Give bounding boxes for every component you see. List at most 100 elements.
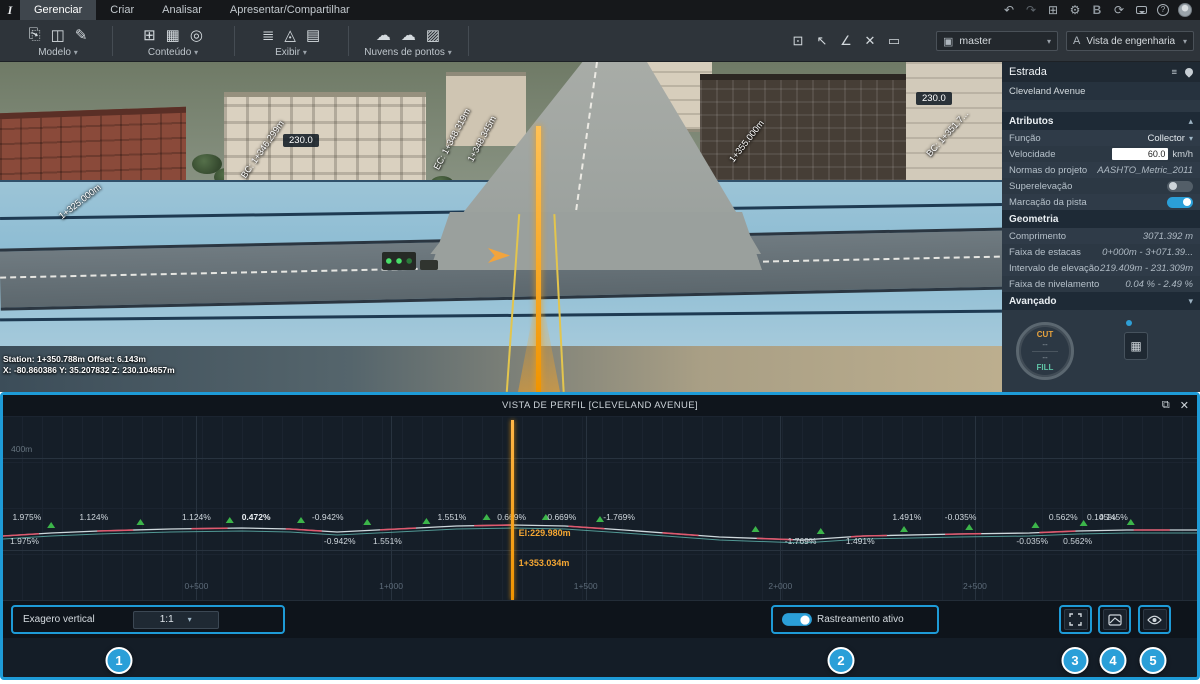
list-icon[interactable]: ▤	[306, 26, 320, 44]
profile-window-group	[1098, 605, 1131, 634]
grade-label: 0.472%	[241, 512, 271, 522]
grade-label: 1.124%	[182, 512, 211, 522]
profile-title: VISTA DE PERFIL [CLEVELAND AVENUE]	[501, 400, 699, 411]
elevation-label: 230.0	[283, 134, 319, 147]
grade-label: -0.942%	[323, 536, 356, 546]
cut-fill-gauge: CUT -- -- FILL	[1016, 322, 1074, 380]
vpi-triangle	[965, 524, 974, 530]
menubar-tab-gerenciar[interactable]: Gerenciar	[20, 0, 97, 20]
window-tool-icon[interactable]: ▭	[884, 33, 904, 49]
visibility-group	[1138, 605, 1171, 634]
vpi-triangle	[422, 518, 431, 524]
grade-label: -0.942%	[311, 512, 344, 522]
ribbon: ⎘ ◫ ✎ Modelo ▾ ⊞ ▦ ◎ Conteúdo ▾ ≣ ◬ ▤ Ex…	[0, 20, 1200, 62]
fit-extents-icon	[1069, 613, 1082, 626]
property-value: 0.04 % - 2.49 %	[1125, 278, 1193, 290]
elevation-label: 230.0	[916, 92, 952, 105]
grid-icon[interactable]: ⊞	[143, 26, 156, 44]
property-label: Normas do projeto	[1009, 164, 1088, 176]
grade-label: -0.035%	[1016, 536, 1049, 546]
globe-icon[interactable]: ◎	[190, 26, 203, 44]
alignment-line[interactable]	[536, 126, 541, 392]
angle-tool-icon[interactable]: ∠	[836, 33, 856, 49]
ribbon-group-label[interactable]: Conteúdo ▾	[114, 46, 232, 59]
vpi-triangle	[225, 517, 234, 523]
apps-icon[interactable]: ⊞	[1042, 0, 1064, 20]
cut-fill-gauge-zone: CUT -- -- FILL ▦	[1002, 310, 1200, 396]
image-frame-icon[interactable]: ◫	[51, 26, 65, 44]
chat-icon[interactable]	[1130, 0, 1152, 20]
vertical-exaggeration-label: Exagero vertical	[23, 614, 95, 625]
ribbon-separator	[348, 26, 349, 56]
marcaodapista-toggle[interactable]	[1167, 196, 1193, 208]
profile-chart[interactable]: 400m 1.975% 1.124% 1.124% 0.472% -0.942% 1.55…	[3, 416, 1197, 600]
bentley-icon[interactable]: B	[1086, 0, 1108, 20]
station-tick-label: 0+500	[184, 581, 209, 591]
display-tool-icon[interactable]: ⊡	[788, 33, 808, 49]
section-header-avanado[interactable]: Avançado ▾	[1002, 292, 1200, 310]
pointer-tool-icon[interactable]: ↖	[812, 33, 832, 49]
menu-icon[interactable]: ≡	[1171, 67, 1177, 78]
vpi-triangle	[482, 514, 491, 520]
traffic-signal-small	[420, 260, 438, 270]
settings-icon[interactable]: ⚙	[1064, 0, 1086, 20]
chat-bubble-icon	[1135, 6, 1147, 14]
undo-icon[interactable]: ↶	[998, 0, 1020, 20]
menubar-tab-criar[interactable]: Criar	[96, 0, 148, 20]
pin-icon[interactable]	[1183, 66, 1195, 78]
property-row: Velocidade 60.0 km/h	[1002, 146, 1200, 162]
redo-icon[interactable]: ↷	[1020, 0, 1042, 20]
pointcloud-icon[interactable]: ☁	[376, 26, 391, 44]
menubar-icons: ↶ ↷ ⊞ ⚙ B ⟳?	[998, 0, 1200, 20]
section-header-geometria[interactable]: Geometria	[1002, 210, 1200, 228]
fill-label: FILL	[1036, 362, 1054, 372]
ribbon-group-label[interactable]: Exibir ▾	[236, 46, 346, 59]
section-header-atributos[interactable]: Atributos ▴	[1002, 112, 1200, 130]
profile-window-button[interactable]	[1102, 609, 1127, 630]
sync-icon[interactable]: ⟳	[1108, 0, 1130, 20]
close-icon[interactable]: ✕	[1180, 399, 1189, 412]
menubar-tab-apresentarcompartilhar[interactable]: Apresentar/Compartilhar	[216, 0, 364, 20]
superelevao-toggle[interactable]	[1167, 180, 1193, 192]
chevron-down-icon[interactable]: ▾	[1188, 296, 1193, 307]
model-selector-dropdown[interactable]: ▣ master ▾	[936, 31, 1058, 51]
ribbon-group-label[interactable]: Modelo ▾	[6, 46, 110, 59]
fill-value: --	[1042, 352, 1048, 362]
restore-window-icon[interactable]: ⧉	[1162, 399, 1170, 412]
grade-label: 1.491%	[892, 512, 922, 522]
ribbon-group-nuvens: ☁ ☁ ▨ Nuvens de pontos ▾	[350, 20, 466, 62]
vertical-exaggeration-dropdown[interactable]: 1:1 ▾	[132, 610, 219, 629]
property-value: 0+000m - 3+071.39...	[1102, 246, 1193, 258]
profile-line-svg	[3, 514, 1197, 544]
triangle-icon[interactable]: ◬	[284, 26, 296, 44]
viewport-3d[interactable]: 230.0 230.0 1+325.000m BC: 1+346.299m EC: 1+…	[0, 62, 1002, 392]
calculator-icon[interactable]: ▦	[1124, 332, 1148, 360]
chevron-up-icon[interactable]: ▴	[1188, 116, 1193, 127]
sketch-icon[interactable]: ✎	[75, 26, 88, 44]
hatch-icon[interactable]: ▨	[426, 26, 440, 44]
vpi-triangle	[751, 526, 760, 532]
fit-view-button[interactable]	[1063, 609, 1088, 630]
station-tick-label: 2+500	[962, 581, 987, 591]
property-row: Marcação da pista	[1002, 194, 1200, 210]
funo-dropdown[interactable]: Collector ▾	[1147, 133, 1193, 144]
help-icon[interactable]: ?	[1152, 0, 1174, 20]
layers-icon[interactable]: ≣	[262, 26, 275, 44]
model-icon[interactable]: ⎘	[29, 26, 41, 43]
account-icon[interactable]	[1174, 0, 1196, 20]
ribbon-group-label[interactable]: Nuvens de pontos ▾	[350, 46, 466, 59]
section-title: Geometria	[1009, 213, 1059, 225]
vpi-triangle	[136, 519, 145, 525]
measure-tool-icon[interactable]: ✕	[860, 33, 880, 49]
property-row: Intervalo de elevação 219.409m - 231.309m	[1002, 260, 1200, 276]
callout-2: 2	[827, 647, 855, 674]
visibility-button[interactable]	[1142, 609, 1167, 630]
view-style-dropdown[interactable]: A Vista de engenharia ▾	[1066, 31, 1194, 51]
menubar-tab-analisar[interactable]: Analisar	[148, 0, 216, 20]
table-icon[interactable]: ▦	[166, 26, 180, 44]
tracking-toggle[interactable]	[782, 613, 812, 626]
profile-titlebar[interactable]: VISTA DE PERFIL [CLEVELAND AVENUE] ⧉ ✕	[3, 395, 1197, 416]
pointcloud-clip-icon[interactable]: ☁	[401, 26, 416, 44]
velocidade-input[interactable]: 60.0	[1112, 148, 1169, 160]
vpi-triangle	[816, 528, 825, 534]
